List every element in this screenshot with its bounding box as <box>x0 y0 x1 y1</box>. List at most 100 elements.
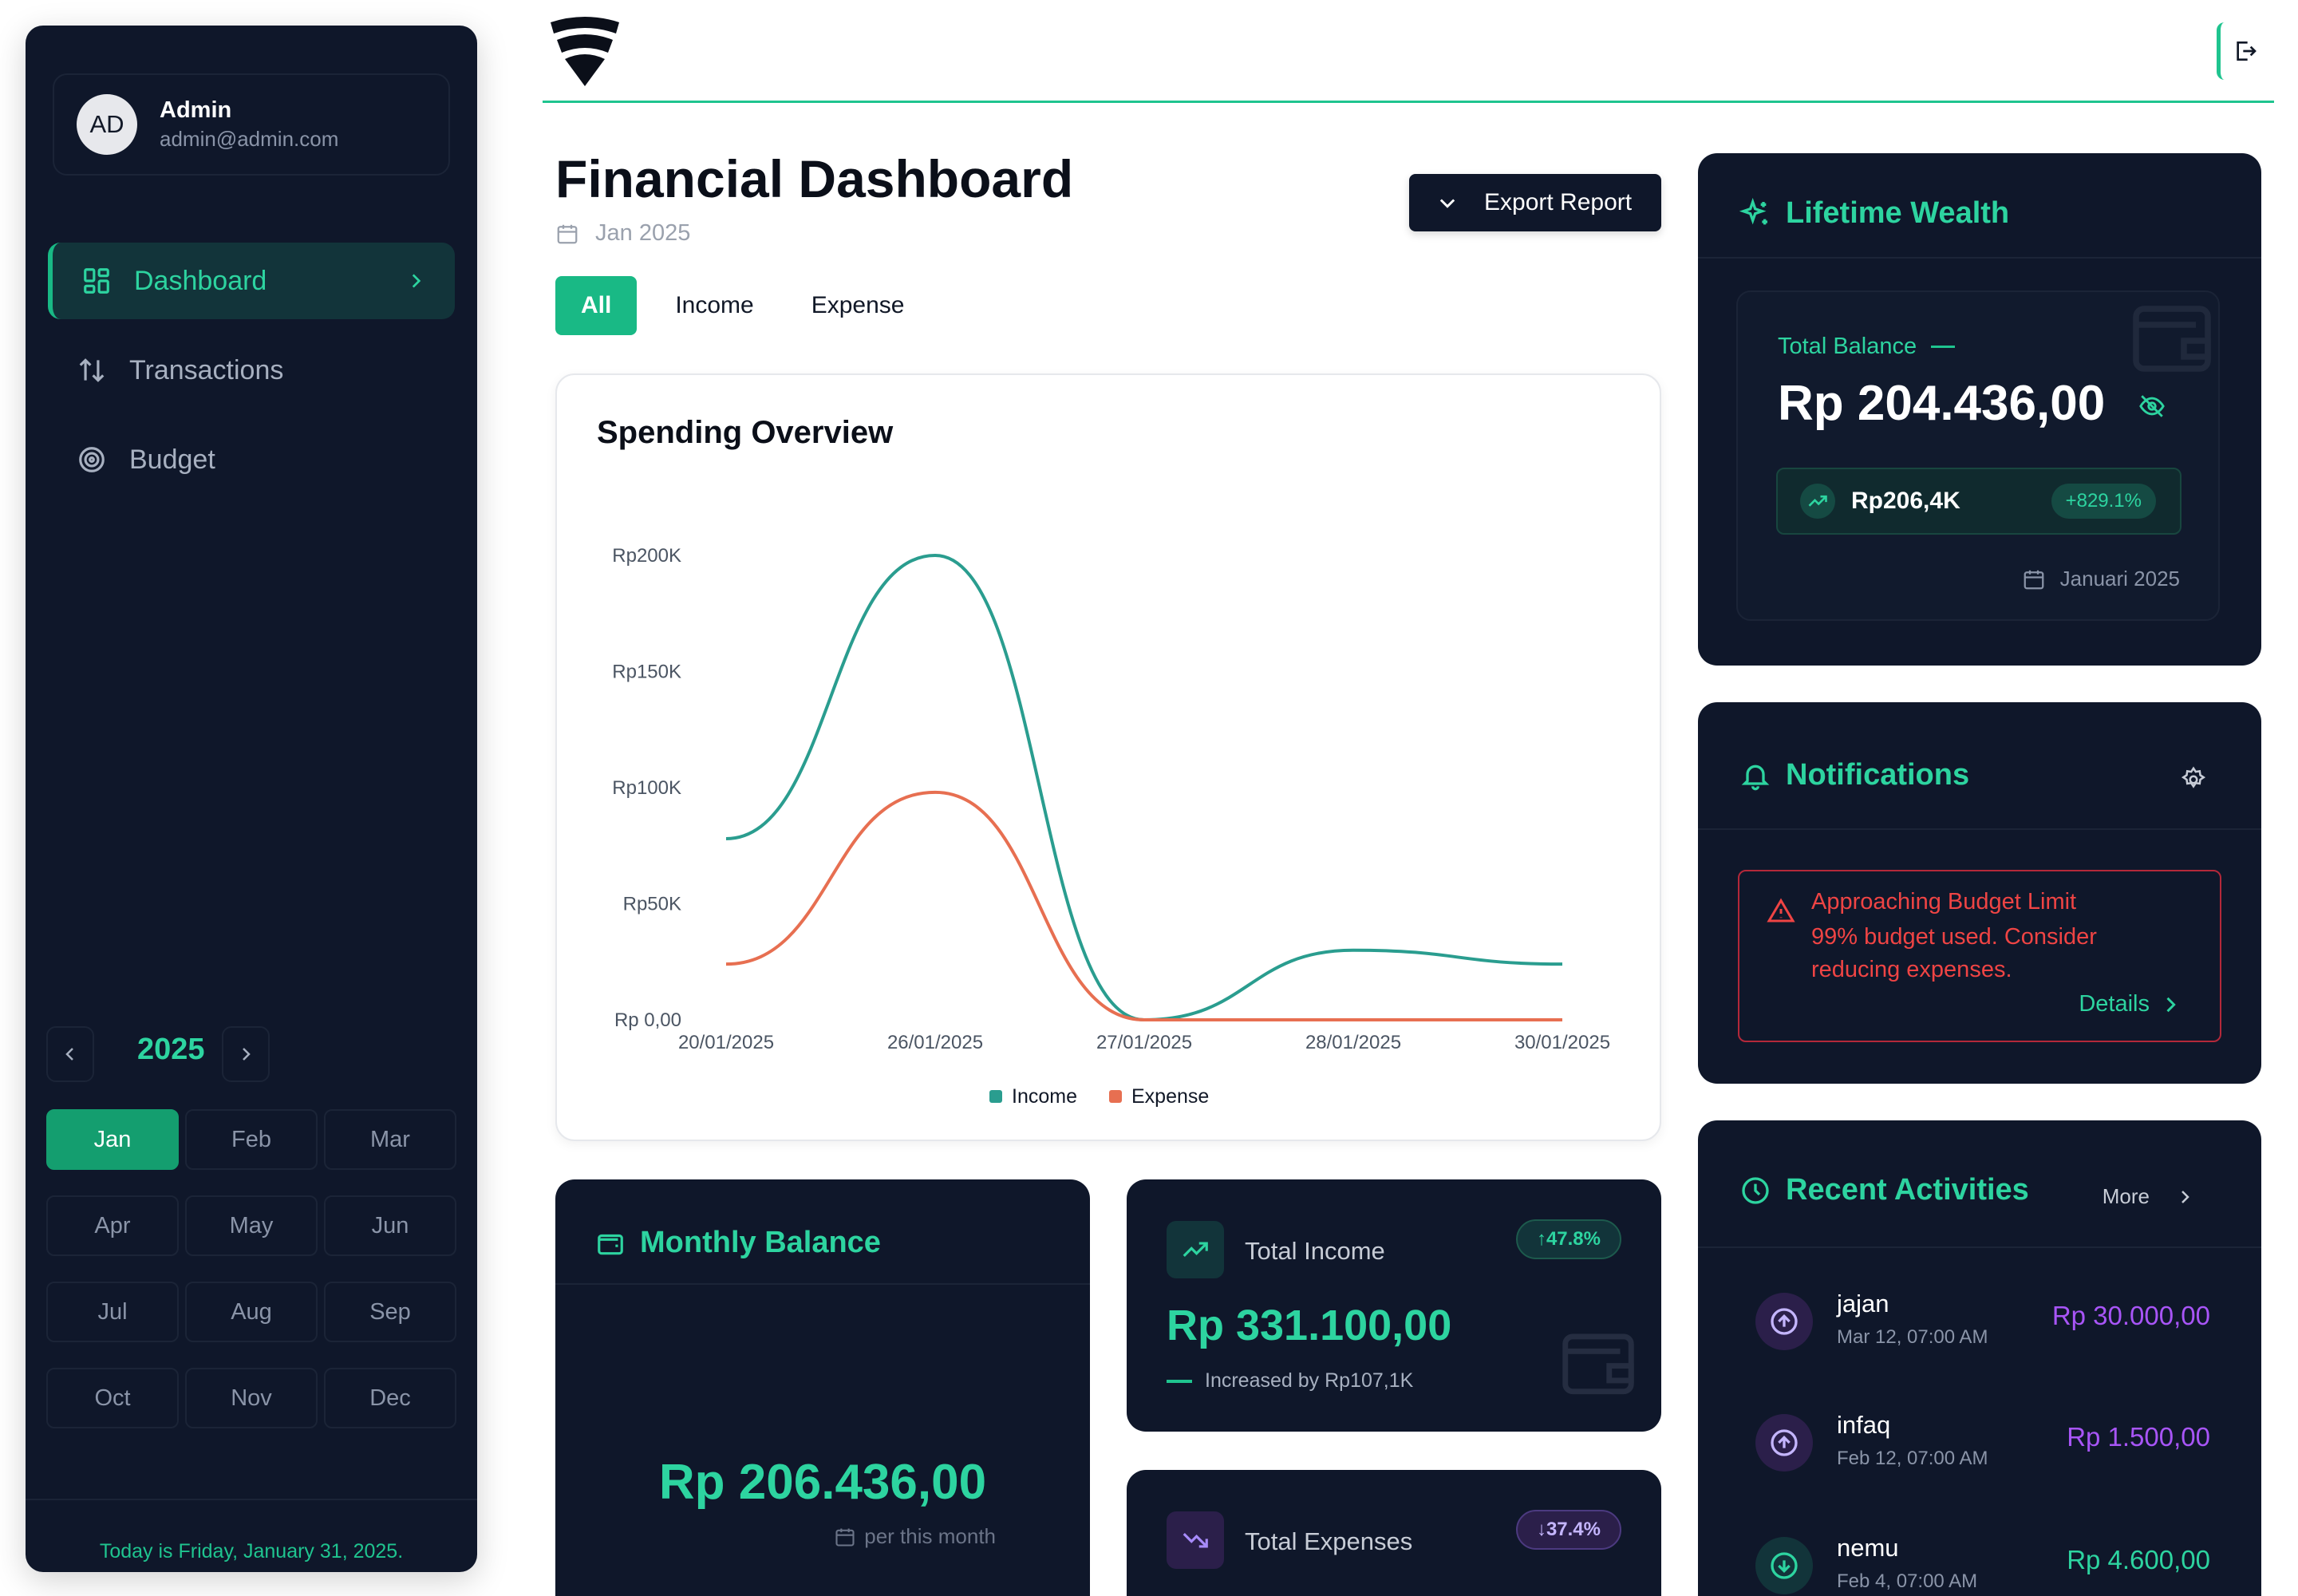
y-tick-label: Rp 0,00 <box>614 1009 681 1031</box>
clock-icon <box>1742 1176 1769 1204</box>
recent-activities-header: Recent Activities <box>1739 1173 2029 1207</box>
user-profile[interactable]: AD Admin admin@admin.com <box>53 73 450 176</box>
sparkles-icon <box>1739 197 1767 224</box>
bell-icon <box>1741 764 1770 790</box>
monthly-balance-title: Monthly Balance <box>640 1226 881 1259</box>
growth-icon-box <box>1800 484 1835 519</box>
chevron-right-icon <box>412 274 421 288</box>
total-income-note: Increased by Rp107,1K <box>1167 1369 1413 1393</box>
lifetime-wealth-header: Lifetime Wealth <box>1739 196 2009 231</box>
month-apr[interactable]: Apr <box>46 1195 179 1256</box>
spending-line-chart: Rp 0,00 Rp50K Rp100K Rp150K Rp200K 20/01/2025… <box>612 545 1610 1108</box>
more-label: More <box>2102 1184 2150 1208</box>
chevron-down-icon <box>1439 199 1455 208</box>
wallet-icon <box>1562 1333 1634 1395</box>
gear-icon[interactable] <box>2180 766 2207 793</box>
trending-up-icon <box>1183 1242 1208 1258</box>
alert-title: Approaching Budget Limit <box>1811 889 2077 915</box>
total-expenses-title: Total Expenses <box>1245 1527 1413 1555</box>
total-income-amount: Rp 331.100,00 <box>1167 1302 1452 1349</box>
chevron-right-icon <box>2182 1190 2189 1203</box>
activity-icon-box <box>1755 1537 1813 1594</box>
month-mar[interactable]: Mar <box>324 1109 456 1170</box>
month-dec[interactable]: Dec <box>324 1368 456 1428</box>
activity-item[interactable]: nemu Feb 4, 07:00 AM Rp 4.600,00 <box>1755 1526 2210 1596</box>
prev-year-button[interactable] <box>46 1026 94 1082</box>
month-oct[interactable]: Oct <box>46 1368 179 1428</box>
alert-details-link[interactable]: Details <box>2079 991 2182 1017</box>
year-label: 2025 <box>137 1033 205 1066</box>
calendar-icon <box>2024 570 2044 589</box>
logout-button[interactable] <box>2217 22 2269 80</box>
year-selector: 2025 <box>46 1025 453 1085</box>
notifications-header: Notifications <box>1739 758 1969 792</box>
total-income-title: Total Income <box>1245 1237 1385 1265</box>
arrows-updown-icon <box>79 358 105 382</box>
month-jun[interactable]: Jun <box>324 1195 456 1256</box>
chevron-right-icon <box>2166 997 2176 1012</box>
x-tick-label: 28/01/2025 <box>1305 1032 1401 1053</box>
activity-item[interactable]: jajan Mar 12, 07:00 AM Rp 30.000,00 <box>1755 1282 2210 1361</box>
arrow-up-circle-icon <box>1771 1308 1798 1335</box>
sidebar-item-label: Dashboard <box>134 265 267 296</box>
wallet-icon <box>598 1234 623 1254</box>
dashboard-icon <box>84 268 109 294</box>
wealth-growth-value: Rp206,4K <box>1851 488 1960 514</box>
activity-icon-box <box>1755 1293 1813 1350</box>
activity-item[interactable]: infaq Feb 12, 07:00 AM Rp 1.500,00 <box>1755 1403 2210 1483</box>
activity-date: Feb 4, 07:00 AM <box>1837 1570 1978 1592</box>
month-jan[interactable]: Jan <box>46 1109 179 1170</box>
month-nov[interactable]: Nov <box>185 1368 318 1428</box>
tab-expense[interactable]: Expense <box>783 276 934 335</box>
alert-details-label: Details <box>2079 991 2150 1017</box>
monthly-balance-header: Monthly Balance <box>595 1226 881 1260</box>
sidebar-item-budget[interactable]: Budget <box>48 421 455 498</box>
brand-logo[interactable] <box>547 16 622 88</box>
header-divider <box>543 101 2274 103</box>
filter-tabs: All Income Expense <box>555 276 933 335</box>
more-button[interactable]: More <box>2103 1184 2194 1209</box>
expenses-icon-box <box>1167 1511 1224 1569</box>
chevron-left-icon <box>65 1048 73 1061</box>
y-tick-label: Rp200K <box>612 545 681 567</box>
tab-income[interactable]: Income <box>646 276 782 335</box>
sidebar-item-dashboard[interactable]: Dashboard <box>48 243 455 319</box>
month-feb[interactable]: Feb <box>185 1109 318 1170</box>
avatar: AD <box>77 94 137 155</box>
x-tick-label: 26/01/2025 <box>887 1032 983 1053</box>
month-aug[interactable]: Aug <box>185 1282 318 1342</box>
wallet-icon <box>2133 306 2211 372</box>
sidebar-item-transactions[interactable]: Transactions <box>48 332 455 409</box>
y-tick-label: Rp100K <box>612 777 681 799</box>
tab-all[interactable]: All <box>555 276 638 335</box>
activity-icon-box <box>1755 1414 1813 1472</box>
lifetime-wealth-title: Lifetime Wealth <box>1786 196 2010 230</box>
trending-up-icon <box>1808 495 1827 507</box>
y-tick-label: Rp50K <box>623 894 681 915</box>
warning-icon <box>1767 898 1795 922</box>
wealth-date-label: Januari 2025 <box>2059 567 2180 591</box>
month-jul[interactable]: Jul <box>46 1282 179 1342</box>
eye-off-icon[interactable] <box>2138 393 2166 420</box>
page-date-label: Jan 2025 <box>595 220 691 246</box>
month-sep[interactable]: Sep <box>324 1282 456 1342</box>
legend-label: Expense <box>1131 1085 1209 1108</box>
month-grid: Jan Feb Mar Apr May Jun Jul Aug Sep Oct … <box>46 1109 461 1428</box>
monthly-balance-sub-label: per this month <box>864 1524 996 1548</box>
wealth-date: Januari 2025 <box>2022 567 2180 591</box>
monthly-balance-subtitle: per this month <box>834 1524 996 1549</box>
expenses-change-badge: ↓37.4% <box>1515 1510 1621 1550</box>
export-report-button[interactable]: Export Report <box>1409 174 1661 231</box>
total-expenses-card: Total Expenses ↓37.4% <box>1127 1470 1661 1596</box>
legend-label: Income <box>1012 1085 1077 1108</box>
alert-message: 99% budget used. Consider reducing expen… <box>1811 924 2097 982</box>
notifications-card: Notifications Approaching Budget Limit 9… <box>1698 702 2261 1084</box>
page-title: Financial Dashboard <box>555 149 1074 208</box>
notifications-title: Notifications <box>1786 758 1970 792</box>
next-year-button[interactable] <box>222 1026 270 1082</box>
lifetime-wealth-card: Lifetime Wealth Total Balance Rp 204.436… <box>1698 153 2261 666</box>
series-line-income <box>725 553 1563 1022</box>
activity-name: jajan <box>1837 1290 1889 1317</box>
month-may[interactable]: May <box>185 1195 318 1256</box>
y-tick-label: Rp150K <box>612 662 681 683</box>
